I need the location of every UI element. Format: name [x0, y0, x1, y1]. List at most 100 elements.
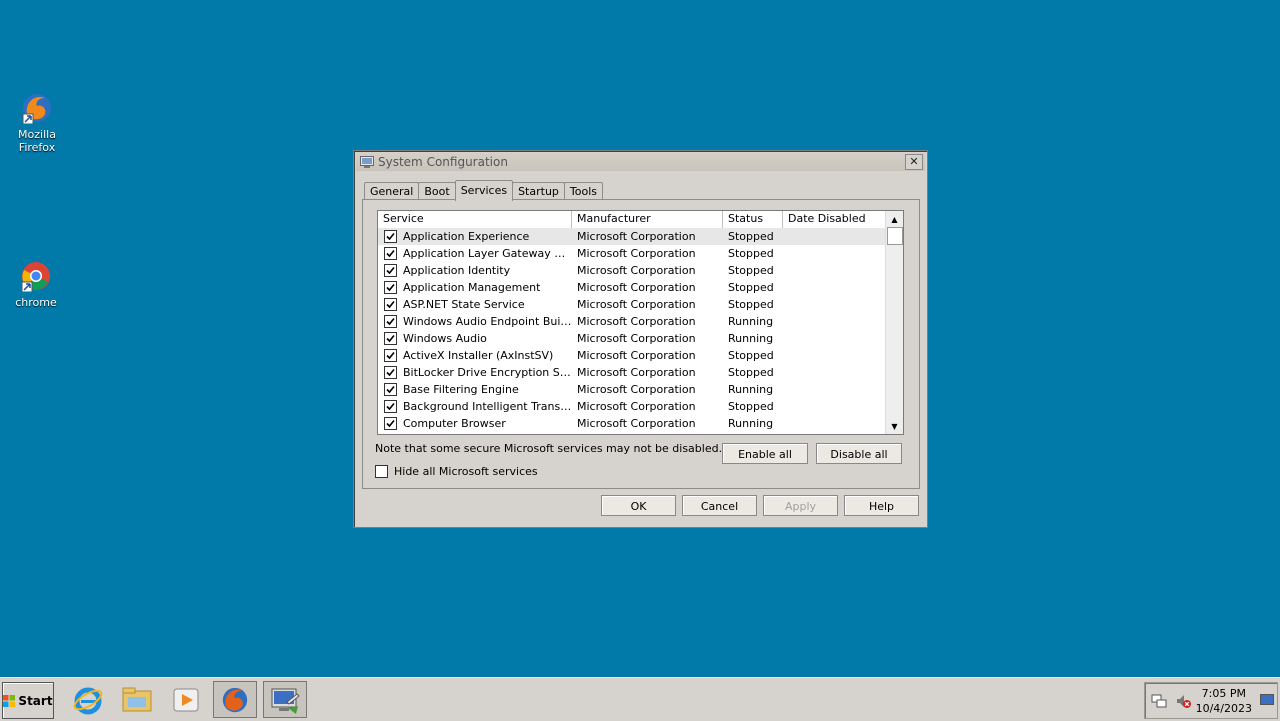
service-row[interactable]: Application Identity Microsoft Corporatio… [378, 262, 886, 279]
hide-microsoft-services-label: Hide all Microsoft services [394, 465, 538, 478]
service-cell: Application Experience [378, 230, 572, 243]
service-row[interactable]: Base Filtering Engine Microsoft Corporati… [378, 381, 886, 398]
cancel-button[interactable]: Cancel [682, 495, 757, 516]
msconfig-icon [360, 156, 374, 168]
column-header-date-disabled[interactable]: Date Disabled [783, 211, 886, 228]
service-name: Windows Audio Endpoint Builder [403, 315, 572, 328]
status-cell: Stopped [728, 400, 774, 413]
status-cell: Running [728, 332, 774, 345]
tab-services[interactable]: Services [454, 180, 514, 201]
service-row[interactable]: Application Experience Microsoft Corporat… [378, 228, 886, 245]
list-header: Service Manufacturer Status Date Disable… [378, 211, 886, 229]
service-checkbox[interactable] [384, 247, 397, 260]
service-checkbox[interactable] [384, 366, 397, 379]
service-row[interactable]: Application Layer Gateway Service Microso… [378, 245, 886, 262]
service-row[interactable]: ActiveX Installer (AxInstSV) Microsoft Co… [378, 347, 886, 364]
system-configuration-dialog: System Configuration ✕ General Boot Serv… [353, 150, 928, 528]
service-row[interactable]: Background Intelligent Transfer ... Micro… [378, 398, 886, 415]
taskbar-system-configuration[interactable] [263, 681, 307, 718]
service-name: Base Filtering Engine [403, 383, 519, 396]
dialog-titlebar[interactable]: System Configuration ✕ [356, 153, 925, 171]
tab-startup[interactable]: Startup [512, 182, 565, 200]
enable-all-button[interactable]: Enable all [722, 443, 808, 464]
services-list[interactable]: Service Manufacturer Status Date Disable… [377, 210, 904, 435]
clock[interactable]: 7:05 PM 10/4/2023 [1196, 686, 1252, 716]
show-desktop-icon[interactable] [1260, 694, 1274, 706]
service-checkbox[interactable] [384, 417, 397, 430]
service-row[interactable]: Computer Browser Microsoft Corporation Run… [378, 415, 886, 432]
taskbar-file-explorer[interactable] [115, 681, 159, 718]
status-cell: Stopped [728, 298, 774, 311]
desktop-icon-firefox[interactable]: Mozilla Firefox [0, 92, 74, 154]
manufacturer-cell: Microsoft Corporation [577, 366, 696, 379]
service-name: Application Management [403, 281, 541, 294]
manufacturer-cell: Microsoft Corporation [577, 417, 696, 430]
windows-logo-icon [3, 694, 16, 707]
desktop-icon-chrome[interactable]: chrome [0, 260, 73, 309]
scroll-thumb[interactable] [887, 227, 903, 245]
service-checkbox[interactable] [384, 332, 397, 345]
service-checkbox[interactable] [384, 315, 397, 328]
service-checkbox[interactable] [384, 383, 397, 396]
hide-microsoft-services-checkbox[interactable] [375, 465, 388, 478]
manufacturer-cell: Microsoft Corporation [577, 264, 696, 277]
service-checkbox[interactable] [384, 298, 397, 311]
manufacturer-cell: Microsoft Corporation [577, 315, 696, 328]
firefox-icon [222, 687, 248, 712]
service-cell: Application Identity [378, 264, 572, 277]
service-row[interactable]: Windows Audio Microsoft Corporation Runnin… [378, 330, 886, 347]
tab-boot[interactable]: Boot [418, 182, 456, 200]
help-button[interactable]: Help [844, 495, 919, 516]
clock-date: 10/4/2023 [1195, 702, 1252, 715]
column-header-service[interactable]: Service [378, 211, 572, 228]
vertical-scrollbar[interactable]: ▲ ▼ [885, 211, 903, 434]
service-name: ActiveX Installer (AxInstSV) [403, 349, 554, 362]
service-name: Application Experience [403, 230, 530, 243]
disable-all-button[interactable]: Disable all [816, 443, 902, 464]
taskbar-internet-explorer[interactable] [66, 681, 110, 718]
service-row[interactable]: BitLocker Drive Encryption Service Micros… [378, 364, 886, 381]
start-button[interactable]: Start [2, 682, 54, 719]
service-row[interactable]: ASP.NET State Service Microsoft Corporati… [378, 296, 886, 313]
apply-button[interactable]: Apply [763, 495, 838, 516]
column-header-status[interactable]: Status [723, 211, 783, 228]
scroll-up-arrow-icon[interactable]: ▲ [886, 211, 903, 227]
service-cell: BitLocker Drive Encryption Service [378, 366, 572, 379]
service-checkbox[interactable] [384, 349, 397, 362]
manufacturer-cell: Microsoft Corporation [577, 230, 696, 243]
manufacturer-cell: Microsoft Corporation [577, 383, 696, 396]
status-cell: Stopped [728, 281, 774, 294]
tab-general[interactable]: General [364, 182, 420, 200]
network-icon[interactable] [1151, 693, 1167, 709]
close-button[interactable]: ✕ [905, 154, 923, 170]
tab-tools[interactable]: Tools [563, 182, 604, 200]
services-tab-panel: Service Manufacturer Status Date Disable… [362, 199, 920, 489]
service-cell: Computer Browser [378, 417, 572, 430]
ok-button[interactable]: OK [601, 495, 676, 516]
service-row[interactable]: Application Management Microsoft Corporat… [378, 279, 886, 296]
service-rows: Application Experience Microsoft Corporat… [378, 228, 886, 432]
service-row[interactable]: Windows Audio Endpoint Builder Microsoft … [378, 313, 886, 330]
volume-muted-icon[interactable] [1175, 693, 1191, 709]
taskbar-firefox[interactable] [213, 681, 257, 718]
clock-time: 7:05 PM [1201, 687, 1246, 700]
status-cell: Running [728, 417, 774, 430]
service-checkbox[interactable] [384, 264, 397, 277]
taskbar-media-player[interactable] [164, 681, 208, 718]
service-cell: Windows Audio [378, 332, 572, 345]
firefox-icon [21, 92, 53, 125]
column-header-manufacturer[interactable]: Manufacturer [572, 211, 723, 228]
hide-microsoft-services[interactable]: Hide all Microsoft services [375, 465, 538, 478]
service-checkbox[interactable] [384, 400, 397, 413]
service-cell: Base Filtering Engine [378, 383, 572, 396]
status-cell: Stopped [728, 247, 774, 260]
service-name: Application Identity [403, 264, 511, 277]
service-checkbox[interactable] [384, 230, 397, 243]
service-checkbox[interactable] [384, 281, 397, 294]
desktop-icon-label: Mozilla Firefox [18, 128, 56, 154]
manufacturer-cell: Microsoft Corporation [577, 332, 696, 345]
tab-strip: General Boot Services Startup Tools [364, 180, 604, 201]
close-icon: ✕ [909, 155, 919, 168]
service-name: Background Intelligent Transfer ... [403, 400, 572, 413]
scroll-down-arrow-icon[interactable]: ▼ [886, 418, 903, 434]
